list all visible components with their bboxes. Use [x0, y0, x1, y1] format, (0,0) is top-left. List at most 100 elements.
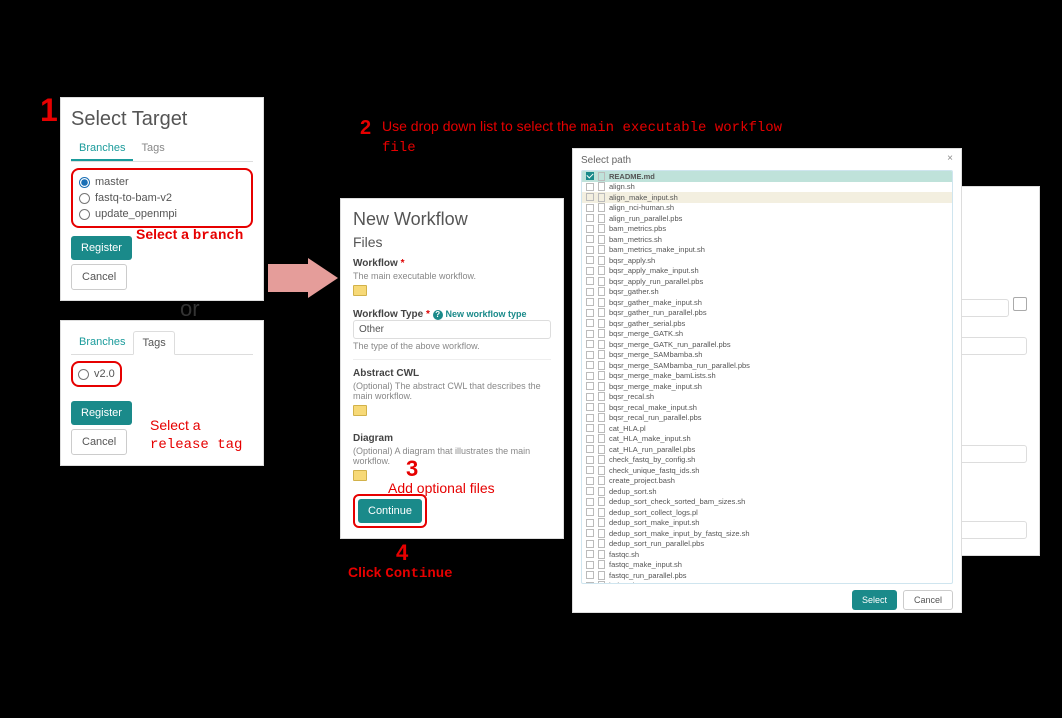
tab-tags[interactable]: Tags	[133, 137, 172, 161]
branch-option-master[interactable]: master	[79, 174, 245, 190]
file-row[interactable]: dedup_sort.sh	[582, 486, 952, 497]
checkbox-icon[interactable]	[586, 267, 594, 275]
tab-tags-2[interactable]: Tags	[133, 331, 174, 355]
tab-branches-2[interactable]: Branches	[71, 331, 133, 354]
checkbox-icon[interactable]	[586, 540, 594, 548]
file-row[interactable]: dedup_sort_make_input.sh	[582, 518, 952, 529]
file-row[interactable]: align_make_input.sh	[582, 192, 952, 203]
file-row[interactable]: check_unique_fastq_ids.sh	[582, 465, 952, 476]
tag-option-v2[interactable]: v2.0	[78, 366, 115, 382]
checkbox-icon[interactable]	[586, 277, 594, 285]
checkbox-icon[interactable]	[586, 487, 594, 495]
file-row[interactable]: fastqc.sh	[582, 549, 952, 560]
file-row[interactable]: bqsr_apply.sh	[582, 255, 952, 266]
checkbox-icon[interactable]	[586, 477, 594, 485]
file-row[interactable]: align_nci-human.sh	[582, 203, 952, 214]
checkbox-icon[interactable]	[586, 214, 594, 222]
checkbox-icon[interactable]	[586, 309, 594, 317]
file-row[interactable]: dedup_sort_check_sorted_bam_sizes.sh	[582, 497, 952, 508]
file-row[interactable]: create_project.bash	[582, 476, 952, 487]
checkbox-icon[interactable]	[586, 256, 594, 264]
file-row[interactable]: fastqc_run_parallel.pbs	[582, 570, 952, 581]
checkbox-icon[interactable]	[586, 330, 594, 338]
tab-branches[interactable]: Branches	[71, 137, 133, 161]
checkbox-icon[interactable]	[586, 424, 594, 432]
checkbox-icon[interactable]	[586, 246, 594, 254]
file-row[interactable]: bqsr_apply_make_input.sh	[582, 266, 952, 277]
checkbox-icon[interactable]	[586, 382, 594, 390]
file-row[interactable]: check_fastq_by_config.sh	[582, 455, 952, 466]
file-row[interactable]: cat_HLA.pl	[582, 423, 952, 434]
checkbox-icon[interactable]	[586, 225, 594, 233]
file-row[interactable]: bam_metrics.sh	[582, 234, 952, 245]
branch-option-fastq[interactable]: fastq-to-bam-v2	[79, 190, 245, 206]
new-workflow-type-link[interactable]: New workflow type	[445, 309, 526, 319]
help-icon[interactable]: ?	[433, 310, 443, 320]
checkbox-icon[interactable]	[586, 204, 594, 212]
checkbox-checked-icon[interactable]	[586, 172, 594, 180]
checkbox-icon[interactable]	[586, 361, 594, 369]
checkbox-icon[interactable]	[586, 561, 594, 569]
file-row[interactable]: bqsr_gather_run_parallel.pbs	[582, 308, 952, 319]
checkbox-icon[interactable]	[586, 235, 594, 243]
checkbox-icon[interactable]	[586, 435, 594, 443]
file-row[interactable]: bqsr_gather_make_input.sh	[582, 297, 952, 308]
file-row[interactable]: cat_HLA_make_input.sh	[582, 434, 952, 445]
close-icon[interactable]: ×	[947, 153, 953, 164]
checkbox-icon[interactable]	[586, 319, 594, 327]
register-button-2[interactable]: Register	[71, 401, 132, 425]
checkbox-icon[interactable]	[586, 414, 594, 422]
cancel-button-2[interactable]: Cancel	[71, 429, 127, 455]
file-row[interactable]: align.sh	[582, 182, 952, 193]
checkbox-icon[interactable]	[586, 288, 594, 296]
file-row[interactable]: fastqc_make_input.sh	[582, 560, 952, 571]
checkbox-icon[interactable]	[586, 550, 594, 558]
continue-button[interactable]: Continue	[358, 499, 422, 523]
file-row[interactable]: bqsr_recal.sh	[582, 392, 952, 403]
file-row[interactable]: bqsr_merge_SAMbamba.sh	[582, 350, 952, 361]
file-row[interactable]: bqsr_merge_make_bamLists.sh	[582, 371, 952, 382]
file-row[interactable]: bqsr_apply_run_parallel.pbs	[582, 276, 952, 287]
file-row[interactable]: bqsr_merge_GATK.sh	[582, 329, 952, 340]
checkbox-icon[interactable]	[586, 340, 594, 348]
file-row[interactable]: bqsr_merge_make_input.sh	[582, 381, 952, 392]
checkbox-icon[interactable]	[586, 529, 594, 537]
calendar-icon[interactable]	[1013, 297, 1027, 311]
checkbox-icon[interactable]	[586, 519, 594, 527]
file-row[interactable]: bam_metrics.pbs	[582, 224, 952, 235]
file-row-header[interactable]: README.md	[582, 171, 952, 182]
checkbox-icon[interactable]	[586, 298, 594, 306]
branch-option-openmpi[interactable]: update_openmpi	[79, 206, 245, 222]
workflow-type-select[interactable]: Other	[353, 320, 551, 339]
checkbox-icon[interactable]	[586, 193, 594, 201]
file-row[interactable]: bqsr_merge_SAMbamba_run_parallel.pbs	[582, 360, 952, 371]
checkbox-icon[interactable]	[586, 403, 594, 411]
file-row[interactable]: bam_metrics_make_input.sh	[582, 245, 952, 256]
file-row[interactable]: dedup_sort_make_input_by_fastq_size.sh	[582, 528, 952, 539]
file-row[interactable]: dedup_sort_collect_logs.pl	[582, 507, 952, 518]
file-row[interactable]: bqsr_gather.sh	[582, 287, 952, 298]
workflow-file-picker[interactable]	[353, 285, 551, 299]
file-row[interactable]: dedup_sort_run_parallel.pbs	[582, 539, 952, 550]
checkbox-icon[interactable]	[586, 393, 594, 401]
checkbox-icon[interactable]	[586, 445, 594, 453]
checkbox-icon[interactable]	[586, 183, 594, 191]
register-button[interactable]: Register	[71, 236, 132, 260]
checkbox-icon[interactable]	[586, 466, 594, 474]
checkbox-icon[interactable]	[586, 508, 594, 516]
file-row[interactable]: bqsr_gather_serial.pbs	[582, 318, 952, 329]
checkbox-icon[interactable]	[586, 351, 594, 359]
file-row[interactable]: bqsr_recal_make_input.sh	[582, 402, 952, 413]
checkbox-icon[interactable]	[586, 498, 594, 506]
checkbox-icon[interactable]	[586, 571, 594, 579]
checkbox-icon[interactable]	[586, 456, 594, 464]
file-row[interactable]: bqsr_recal_run_parallel.pbs	[582, 413, 952, 424]
file-row[interactable]: align_run_parallel.pbs	[582, 213, 952, 224]
select-button[interactable]: Select	[852, 590, 897, 610]
abstract-file-picker[interactable]	[353, 405, 551, 419]
cancel-button-3[interactable]: Cancel	[903, 590, 953, 610]
file-list[interactable]: README.mdalign.shalign_make_input.shalig…	[581, 170, 953, 584]
file-row[interactable]: cat_HLA_run_parallel.pbs	[582, 444, 952, 455]
cancel-button[interactable]: Cancel	[71, 264, 127, 290]
file-row[interactable]: bqsr_merge_GATK_run_parallel.pbs	[582, 339, 952, 350]
